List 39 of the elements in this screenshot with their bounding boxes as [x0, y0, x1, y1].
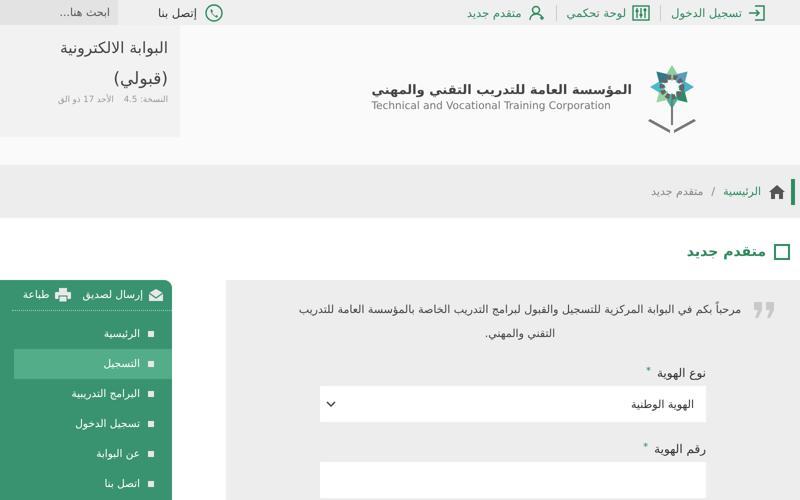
organization-name: المؤسسة العامة للتدريب التقني والمهني [372, 82, 632, 98]
contact-link[interactable]: إتصل بنا [118, 4, 233, 22]
chevron-down-icon [326, 401, 336, 407]
required-mark: * [643, 442, 648, 455]
date-text: الأحد 17 ذو الق [58, 95, 114, 105]
top-nav-link[interactable]: تسجيل الدخول [660, 4, 776, 20]
login-icon [748, 4, 766, 20]
sidebar-menu-item[interactable]: التسجيل [14, 349, 172, 379]
portal-subtitle: (قبولي) [112, 69, 168, 89]
add-user-icon [528, 4, 546, 20]
sidebar-action[interactable]: إرسال لصديق [82, 288, 164, 302]
field-label: نوع الهوية [656, 366, 706, 380]
top-nav-link[interactable]: لوحة تحكمي [556, 4, 660, 20]
required-mark: * [646, 366, 651, 379]
dropdown-field[interactable]: الهوية الوطنية [320, 386, 706, 422]
field-label: رقم الهوية [654, 442, 706, 456]
welcome-text: مرحباً بكم في البوابة المركزية للتسجيل والقبول لبرامج التدريب الخاصة بالمؤسسة العامة للتدريب التقني والمهني. [298, 300, 742, 342]
printer-icon [54, 288, 71, 302]
home-icon [769, 184, 785, 198]
quote-icon [752, 302, 776, 318]
search-field[interactable]: ابحث هنا... [0, 0, 118, 25]
sliders-icon [632, 4, 650, 20]
breadcrumb-link[interactable]: الرئيسية [723, 185, 761, 198]
version-text: النسخة: 4.5 [124, 95, 168, 105]
sidebar-menu-item[interactable]: البرامج التدريبية [14, 379, 172, 409]
square-icon [774, 244, 790, 260]
sidebar-action[interactable]: طباعة [22, 288, 71, 302]
page-title: متقدم جديد [686, 244, 766, 260]
breadcrumb-current: متقدم جديد [651, 185, 704, 198]
phone-icon [204, 4, 223, 22]
envelope-icon [148, 288, 164, 302]
breadcrumb-separator: / [711, 185, 716, 198]
organization-name-english: Technical and Vocational Training Corporation [372, 100, 612, 112]
top-nav-link[interactable]: متقدم جديد [456, 4, 556, 20]
portal-title: البوابة الالكترونية [58, 39, 168, 57]
sidebar-menu-item[interactable]: اتصل بنا [14, 469, 172, 499]
sidebar-menu-item[interactable]: الرئيسية [14, 319, 172, 349]
sidebar-menu-item[interactable]: تسجيل الدخول [14, 409, 172, 439]
sidebar-menu-item[interactable]: عن البوابة [14, 439, 172, 469]
